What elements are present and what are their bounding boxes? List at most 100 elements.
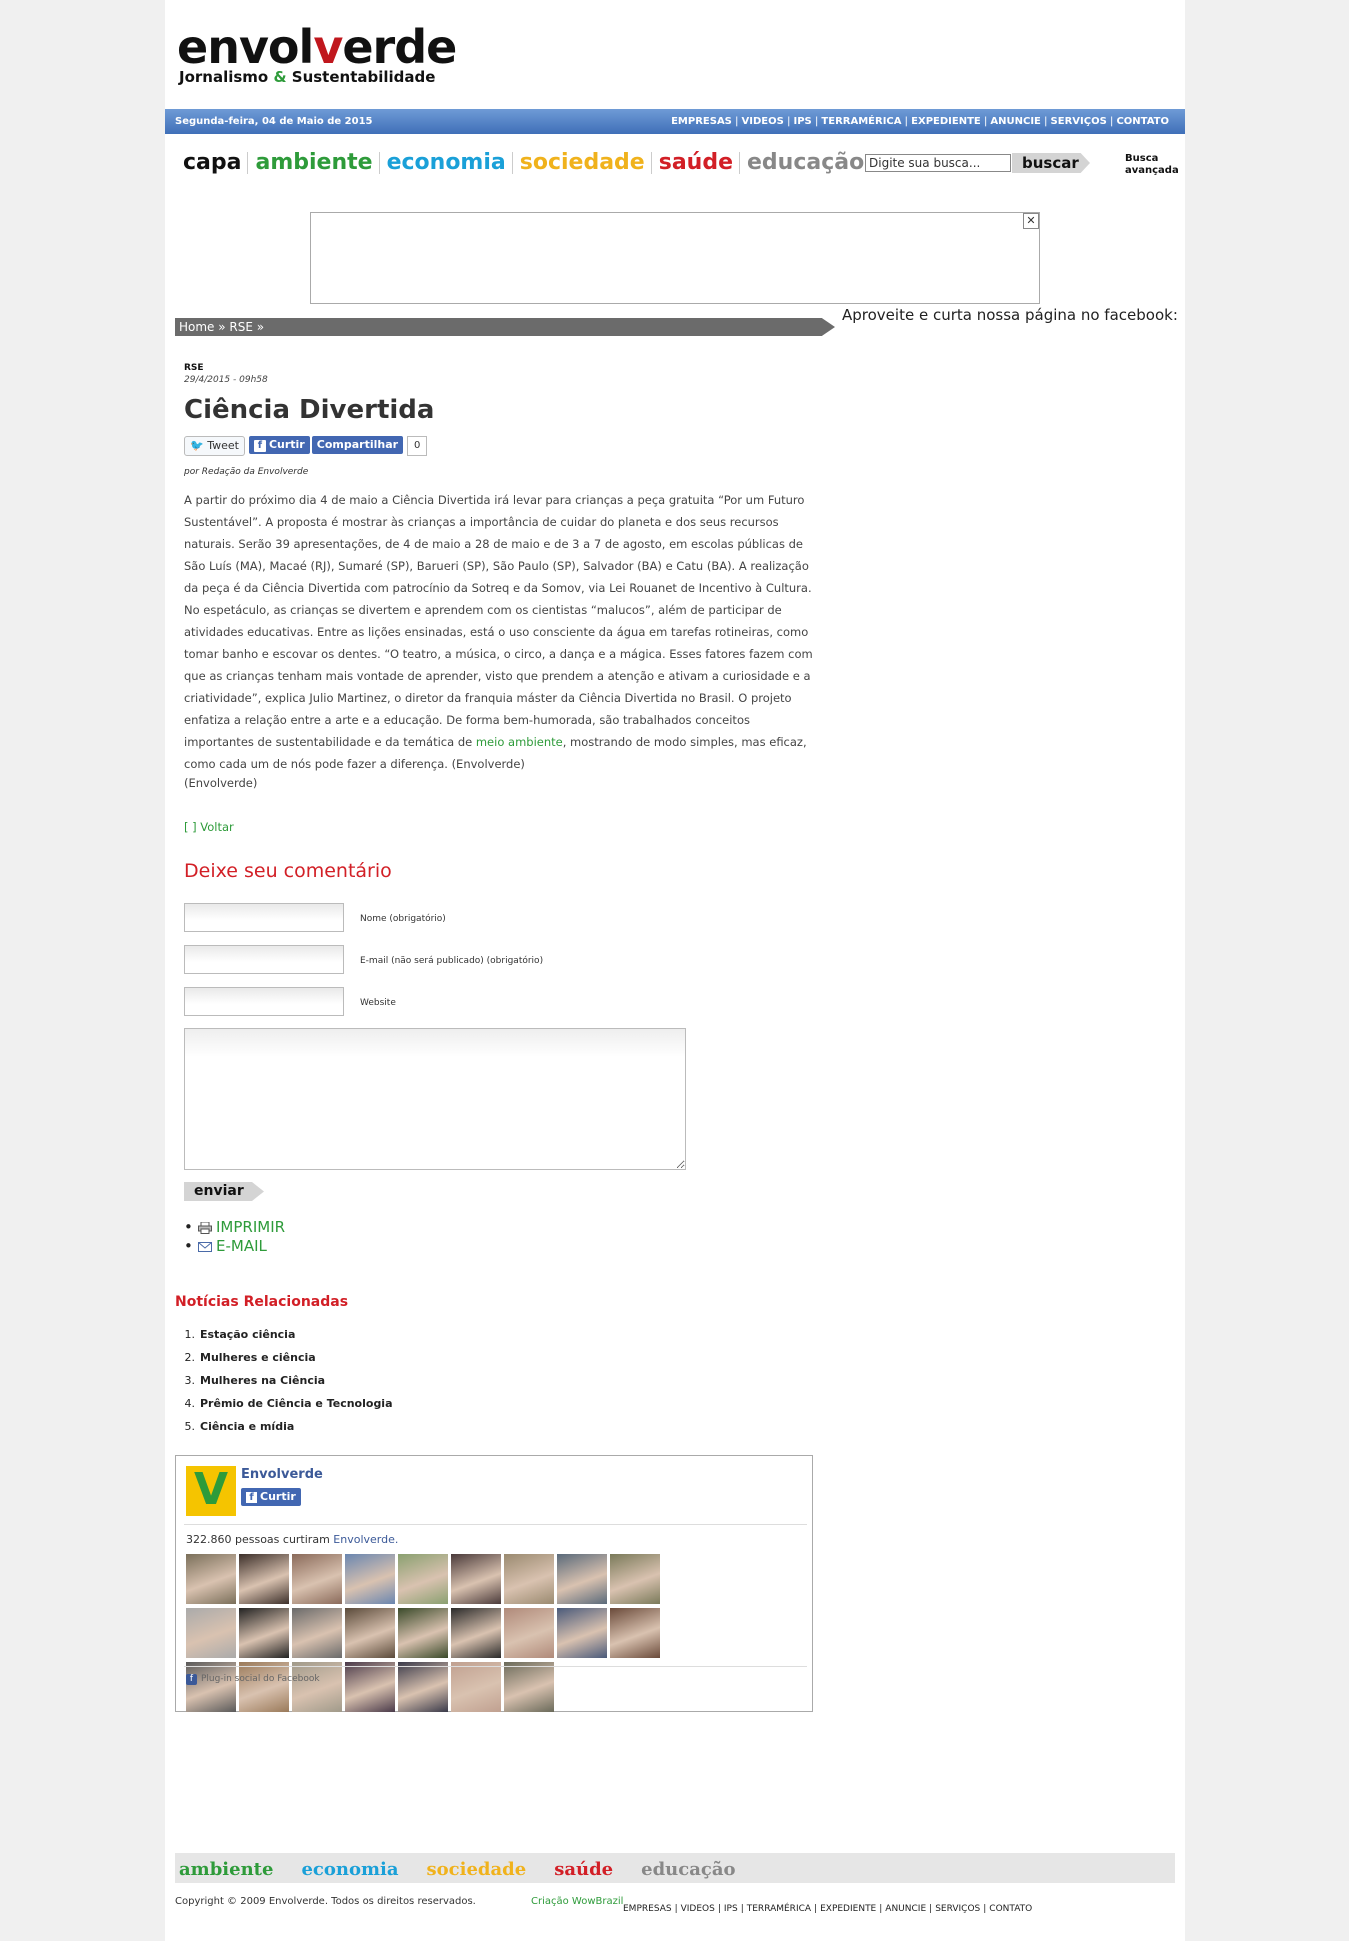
fb-page-name[interactable]: Envolverde	[241, 1467, 323, 1482]
fb-page-link[interactable]: Envolverde.	[333, 1533, 398, 1546]
fan-avatar[interactable]	[398, 1662, 448, 1712]
category-ambiente[interactable]: ambiente	[255, 150, 372, 175]
fan-avatar[interactable]	[451, 1662, 501, 1712]
nav-separator: |	[734, 116, 739, 127]
advanced-search-label: avançada	[1125, 165, 1179, 176]
related-item-title[interactable]: Estação ciência	[200, 1328, 295, 1341]
twitter-icon: 🐦	[190, 439, 204, 452]
fan-avatar[interactable]	[398, 1554, 448, 1604]
site-logo[interactable]: envolverde	[177, 22, 457, 72]
top-nav-item-terramérica[interactable]: TERRAMÉRICA	[821, 116, 901, 127]
category-capa[interactable]: capa	[183, 150, 241, 175]
name-field[interactable]	[184, 903, 344, 932]
print-link[interactable]: • IMPRIMIR	[184, 1218, 285, 1237]
fan-avatar[interactable]	[239, 1662, 289, 1712]
fan-avatar[interactable]	[292, 1554, 342, 1604]
fan-avatar[interactable]	[186, 1608, 236, 1658]
category-sociedade[interactable]: sociedade	[520, 150, 645, 175]
fan-avatar[interactable]	[345, 1662, 395, 1712]
related-item[interactable]: 2. Mulheres e ciência	[175, 1346, 393, 1369]
envolverde-fb-logo[interactable]: V	[186, 1464, 236, 1516]
fan-avatar[interactable]	[451, 1554, 501, 1604]
fan-avatar[interactable]	[398, 1608, 448, 1658]
fan-avatar[interactable]	[504, 1662, 554, 1712]
meio-ambiente-link[interactable]: meio ambiente	[476, 735, 563, 749]
ad-banner[interactable]: ✕	[310, 212, 1040, 304]
top-nav-item-ips[interactable]: IPS	[794, 116, 812, 127]
facebook-prompt: Aproveite e curta nossa página no facebo…	[842, 306, 1178, 324]
related-item-title[interactable]: Mulheres na Ciência	[200, 1374, 325, 1387]
category-saúde[interactable]: saúde	[659, 150, 733, 175]
footer-category-educação[interactable]: educação	[641, 1859, 735, 1880]
fan-avatar[interactable]	[504, 1608, 554, 1658]
footer-nav-item-serviços[interactable]: SERVIÇOS	[935, 1904, 980, 1914]
tagline-part: Jornalismo	[179, 68, 274, 86]
category-divider	[247, 152, 249, 174]
footer-nav-item-terramérica[interactable]: TERRAMÉRICA	[747, 1904, 811, 1914]
footer-category-ambiente[interactable]: ambiente	[179, 1859, 273, 1880]
fan-avatar[interactable]	[186, 1554, 236, 1604]
search-button[interactable]: buscar	[1012, 153, 1090, 173]
related-item[interactable]: 4. Prêmio de Ciência e Tecnologia	[175, 1392, 393, 1415]
fan-avatar[interactable]	[610, 1554, 660, 1604]
facebook-like-button[interactable]: f Curtir	[248, 436, 310, 454]
top-nav-item-anuncie[interactable]: ANUNCIE	[990, 116, 1041, 127]
fan-avatar[interactable]	[451, 1608, 501, 1658]
footer-nav-item-contato[interactable]: CONTATO	[989, 1904, 1032, 1914]
submit-comment-button[interactable]: enviar	[184, 1182, 264, 1201]
fan-avatar[interactable]	[557, 1554, 607, 1604]
fan-avatar[interactable]	[345, 1608, 395, 1658]
footer-category-saúde[interactable]: saúde	[554, 1859, 613, 1880]
fan-avatar[interactable]	[610, 1608, 660, 1658]
top-nav-item-videos[interactable]: VIDEOS	[742, 116, 784, 127]
email-link[interactable]: • E-MAIL	[184, 1237, 285, 1256]
fan-avatar[interactable]	[292, 1662, 342, 1712]
related-item[interactable]: 3. Mulheres na Ciência	[175, 1369, 393, 1392]
footer-nav-item-ips[interactable]: IPS	[724, 1904, 738, 1914]
top-nav-item-contato[interactable]: CONTATO	[1116, 116, 1169, 127]
fb-like-button[interactable]: f Curtir	[241, 1488, 301, 1506]
footer-nav-item-anuncie[interactable]: ANUNCIE	[885, 1904, 926, 1914]
footer-nav-item-videos[interactable]: VIDEOS	[681, 1904, 715, 1914]
website-label: Website	[360, 998, 396, 1008]
related-item-title[interactable]: Prêmio de Ciência e Tecnologia	[200, 1397, 393, 1410]
footer-nav-item-empresas[interactable]: EMPRESAS	[623, 1904, 672, 1914]
breadcrumb[interactable]: Home » RSE »	[175, 318, 835, 336]
related-item-number: 5.	[184, 1420, 196, 1433]
top-bar: Segunda-feira, 04 de Maio de 2015 EMPRES…	[165, 109, 1185, 134]
top-nav-item-serviços[interactable]: SERVIÇOS	[1051, 116, 1107, 127]
related-item[interactable]: 1. Estação ciência	[175, 1323, 393, 1346]
fb-plugin-label[interactable]: f Plug-in social do Facebook	[186, 1674, 320, 1685]
category-educação[interactable]: educação	[747, 150, 864, 175]
fan-avatar[interactable]	[186, 1662, 236, 1712]
nav-separator: |	[814, 116, 819, 127]
footer-nav-item-expediente[interactable]: EXPEDIENTE	[820, 1904, 876, 1914]
website-field[interactable]	[184, 987, 344, 1016]
related-item-title[interactable]: Ciência e mídia	[200, 1420, 294, 1433]
footer-category-economia[interactable]: economia	[301, 1859, 398, 1880]
related-item-title[interactable]: Mulheres e ciência	[200, 1351, 316, 1364]
back-link[interactable]: [ ] Voltar	[184, 820, 234, 834]
related-list: 1. Estação ciência 2. Mulheres e ciência 3. M…	[175, 1323, 393, 1438]
related-item[interactable]: 5. Ciência e mídia	[175, 1415, 393, 1438]
facebook-share-button[interactable]: Compartilhar	[311, 436, 404, 454]
category-economia[interactable]: economia	[387, 150, 506, 175]
top-nav-item-expediente[interactable]: EXPEDIENTE	[911, 116, 981, 127]
fan-avatar[interactable]	[345, 1554, 395, 1604]
search-input[interactable]	[865, 154, 1011, 172]
footer-category-sociedade[interactable]: sociedade	[427, 1859, 527, 1880]
article-datetime: 29/4/2015 - 09h58	[184, 375, 268, 385]
tweet-button[interactable]: 🐦 Tweet	[184, 436, 245, 456]
credit-link[interactable]: Criação WowBrazil	[531, 1896, 623, 1907]
comment-textarea[interactable]	[184, 1028, 686, 1170]
advanced-search-link[interactable]: Busca avançada	[1125, 153, 1180, 177]
fan-avatar[interactable]	[239, 1608, 289, 1658]
fan-avatar[interactable]	[504, 1554, 554, 1604]
fan-avatar[interactable]	[239, 1554, 289, 1604]
email-field[interactable]	[184, 945, 344, 974]
fan-avatar[interactable]	[557, 1608, 607, 1658]
close-icon[interactable]: ✕	[1023, 213, 1039, 229]
fan-avatar[interactable]	[292, 1608, 342, 1658]
category-divider	[378, 152, 380, 174]
top-nav-item-empresas[interactable]: EMPRESAS	[671, 116, 732, 127]
